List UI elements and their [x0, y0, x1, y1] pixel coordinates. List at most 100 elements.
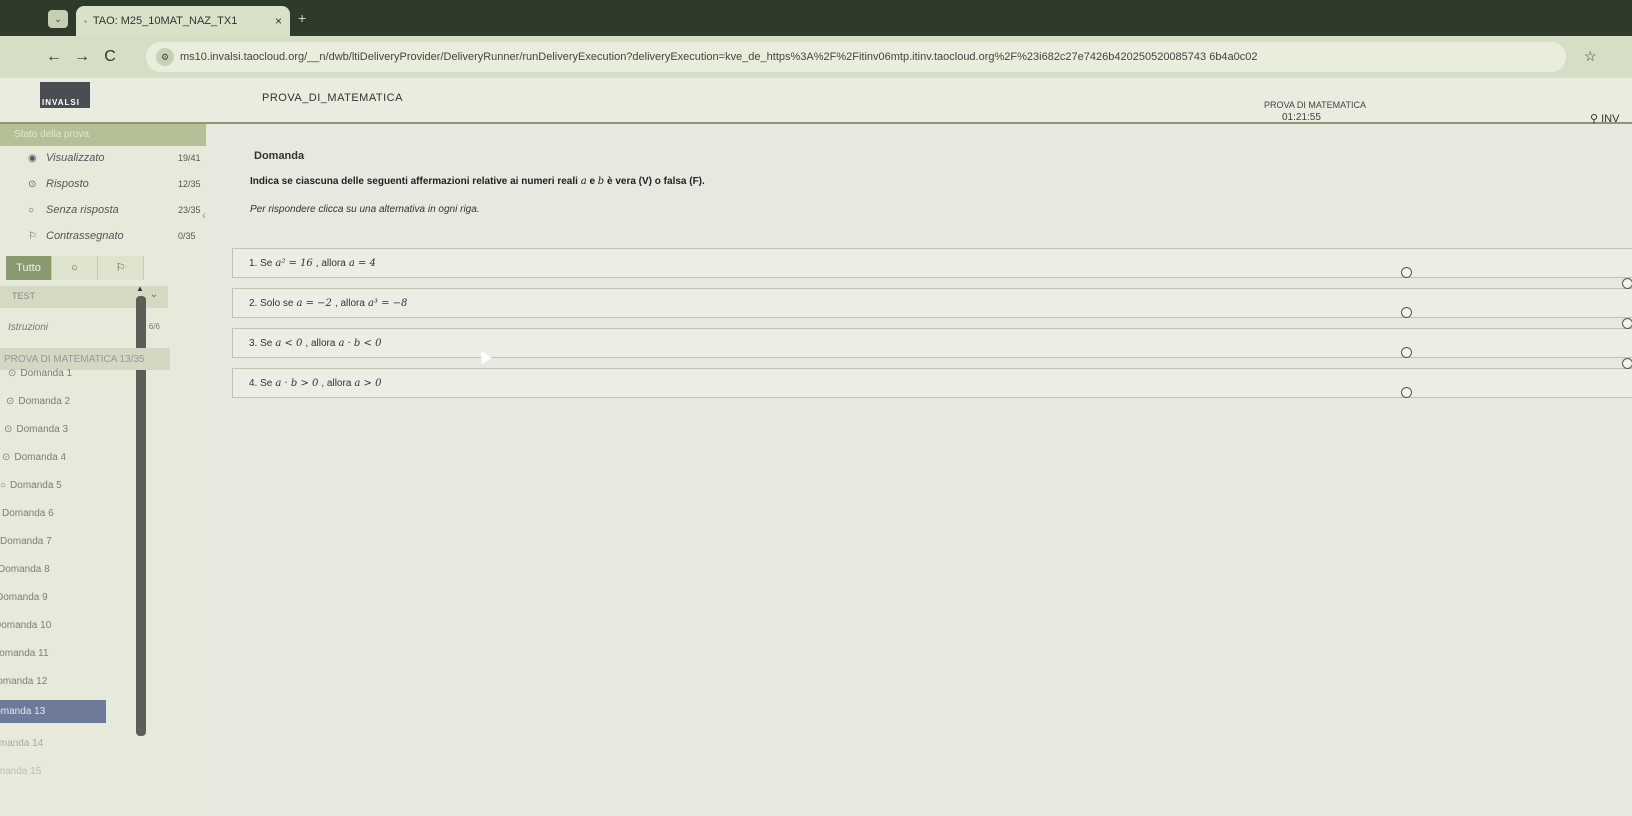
radio-row2-true[interactable] [1401, 307, 1412, 318]
stat-count: 0/35 [178, 231, 196, 241]
question-item-5[interactable]: ○ Domanda 5 [0, 480, 62, 491]
stat-senza-risposta: ○ Senza risposta 23/35 [28, 204, 208, 216]
site-info-icon[interactable]: ⚙ [156, 48, 174, 66]
stat-label: Visualizzato [46, 152, 105, 164]
question-text-part: e [586, 176, 598, 187]
stat-label: Senza risposta [46, 204, 119, 216]
question-hint: Per rispondere clicca su una alternativa… [250, 204, 480, 215]
bookmark-star-icon[interactable]: ☆ [1584, 48, 1597, 65]
question-item-6[interactable]: Domanda 6 [2, 508, 54, 519]
question-item-2[interactable]: ⊙ Domanda 2 [6, 396, 70, 407]
answered-icon: ⊙ [2, 452, 11, 463]
filter-all[interactable]: Tutto [6, 256, 52, 280]
tab-favicon-icon: ▪ [84, 16, 87, 26]
row-math: a < 0 [275, 337, 303, 349]
row-math: a³ = −8 [367, 297, 408, 309]
invalsi-logo: INVALSI [40, 82, 90, 108]
question-item-8[interactable]: Domanda 8 [0, 564, 50, 575]
browser-toolbar: ← → C ⚙ ms10.invalsi.taocloud.org/__n/dw… [0, 36, 1632, 78]
answered-icon: ⊙ [6, 396, 15, 407]
question-item-13-active[interactable]: Domanda 13 [0, 700, 106, 723]
question-item-11[interactable]: Domanda 11 [0, 648, 49, 659]
tab-search-button[interactable]: ⌄ [48, 10, 68, 28]
filter-unanswered[interactable]: ○ [52, 256, 98, 280]
answered-icon: ⊙ [28, 178, 37, 190]
question-item-4[interactable]: ⊙ Domanda 4 [2, 452, 66, 463]
question-item-1[interactable]: ⊙ Domanda 1 [8, 368, 72, 379]
tab-close-icon[interactable]: × [275, 14, 282, 28]
question-text: Indica se ciascuna delle seguenti afferm… [250, 176, 705, 187]
new-tab-button[interactable]: + [298, 10, 306, 26]
stat-label: Risposto [46, 178, 89, 190]
question-panel: Domanda Indica se ciascuna delle seguent… [210, 124, 1632, 816]
test-title: PROVA_DI_MATEMATICA [262, 92, 403, 104]
scroll-up-icon[interactable]: ▲ [136, 284, 144, 293]
statement-row-4: 4. Se a · b > 0 , allora a > 0 [232, 368, 1632, 398]
row-math: a = 4 [348, 257, 376, 269]
stat-label: Contrassegnato [46, 230, 124, 242]
question-label: Domanda 1 [20, 368, 73, 379]
radio-row2-false[interactable] [1622, 318, 1632, 329]
question-item-12[interactable]: Domanda 12 [0, 676, 47, 687]
tab-title: TAO: M25_10MAT_NAZ_TX1 [92, 15, 238, 27]
row-text: , allora [334, 297, 365, 309]
istruzioni-item[interactable]: Istruzioni 6/6 [8, 322, 160, 333]
url-text: ms10.invalsi.taocloud.org/__n/dwb/ltiDel… [180, 51, 1258, 63]
row-text: 1. Se [249, 257, 273, 269]
browser-tab[interactable]: ▪ TAO: M25_10MAT_NAZ_TX1 × [76, 6, 290, 36]
question-text-part: Indica se ciascuna delle seguenti afferm… [250, 176, 581, 187]
answered-icon: ⊙ [8, 368, 17, 379]
istruzioni-count: 6/6 [148, 322, 160, 331]
browser-tabbar: ⌄ ▪ TAO: M25_10MAT_NAZ_TX1 × + [0, 0, 1632, 36]
radio-row1-false[interactable] [1622, 278, 1632, 289]
app-header: INVALSI PROVA_DI_MATEMATICA PROVA DI MAT… [0, 78, 1632, 125]
statement-row-1: 1. Se a² = 16 , allora a = 4 [232, 248, 1632, 278]
stat-count: 19/41 [178, 153, 201, 163]
forward-button[interactable]: → [68, 48, 96, 66]
stat-visualizzato: ◉ Visualizzato 19/41 [28, 152, 208, 164]
question-item-7[interactable]: Domanda 7 [0, 536, 52, 547]
collapse-sidebar-icon[interactable]: ‹ [202, 208, 206, 222]
test-title-right: PROVA DI MATEMATICA [1264, 100, 1367, 110]
row-math: a² = 16 [275, 257, 313, 269]
filter-bar: Tutto ○ ⚐ [6, 256, 144, 280]
sidebar: Stato della prova ◉ Visualizzato 19/41 ⊙… [0, 124, 210, 816]
radio-row4-true[interactable] [1401, 387, 1412, 398]
row-math: a · b > 0 [275, 377, 319, 389]
row-text: 3. Se [249, 337, 273, 349]
radio-row3-false[interactable] [1622, 358, 1632, 369]
unanswered-icon: ○ [28, 204, 35, 216]
question-text-part: è vera (V) o falsa (F). [604, 176, 705, 187]
timer: 01:21:55 [1282, 112, 1321, 123]
stat-risposto: ⊙ Risposto 12/35 [28, 178, 208, 190]
question-label: Domanda 5 [10, 480, 62, 491]
row-math: a > 0 [354, 377, 382, 389]
question-label: Domanda 3 [16, 424, 69, 435]
row-text: , allora [321, 377, 352, 389]
question-item-9[interactable]: Domanda 9 [0, 592, 48, 603]
row-text: 2. Solo se [249, 297, 294, 309]
radio-row1-true[interactable] [1401, 267, 1412, 278]
address-bar[interactable]: ⚙ ms10.invalsi.taocloud.org/__n/dwb/ltiD… [146, 42, 1566, 72]
filter-flagged[interactable]: ⚐ [98, 256, 144, 280]
reload-button[interactable]: C [96, 48, 124, 66]
statement-row-3: 3. Se a < 0 , allora a · b < 0 [232, 328, 1632, 358]
unanswered-icon: ○ [0, 480, 7, 491]
status-header[interactable]: Stato della prova [0, 124, 206, 146]
back-button[interactable]: ← [40, 48, 68, 66]
row-text: , allora [305, 337, 336, 349]
radio-row3-true[interactable] [1401, 347, 1412, 358]
question-item-3[interactable]: ⊙ Domanda 3 [4, 424, 68, 435]
istruzioni-label: Istruzioni [8, 322, 49, 333]
row-text: , allora [315, 257, 346, 269]
question-item-14[interactable]: Domanda 14 [0, 738, 43, 749]
row-math: a = −2 [296, 297, 332, 309]
question-item-15[interactable]: Domanda 15 [0, 766, 41, 777]
stat-contrassegnato: ⚐ Contrassegnato 0/35 [28, 230, 208, 242]
flag-icon: ⚐ [28, 230, 37, 242]
answered-icon: ⊙ [4, 424, 13, 435]
question-item-10[interactable]: Domanda 10 [0, 620, 51, 631]
question-label: Domanda 2 [18, 396, 71, 407]
prova-section-label[interactable]: PROVA DI MATEMATICA 13/35 [0, 348, 170, 370]
statement-row-2: 2. Solo se a = −2 , allora a³ = −8 [232, 288, 1632, 318]
